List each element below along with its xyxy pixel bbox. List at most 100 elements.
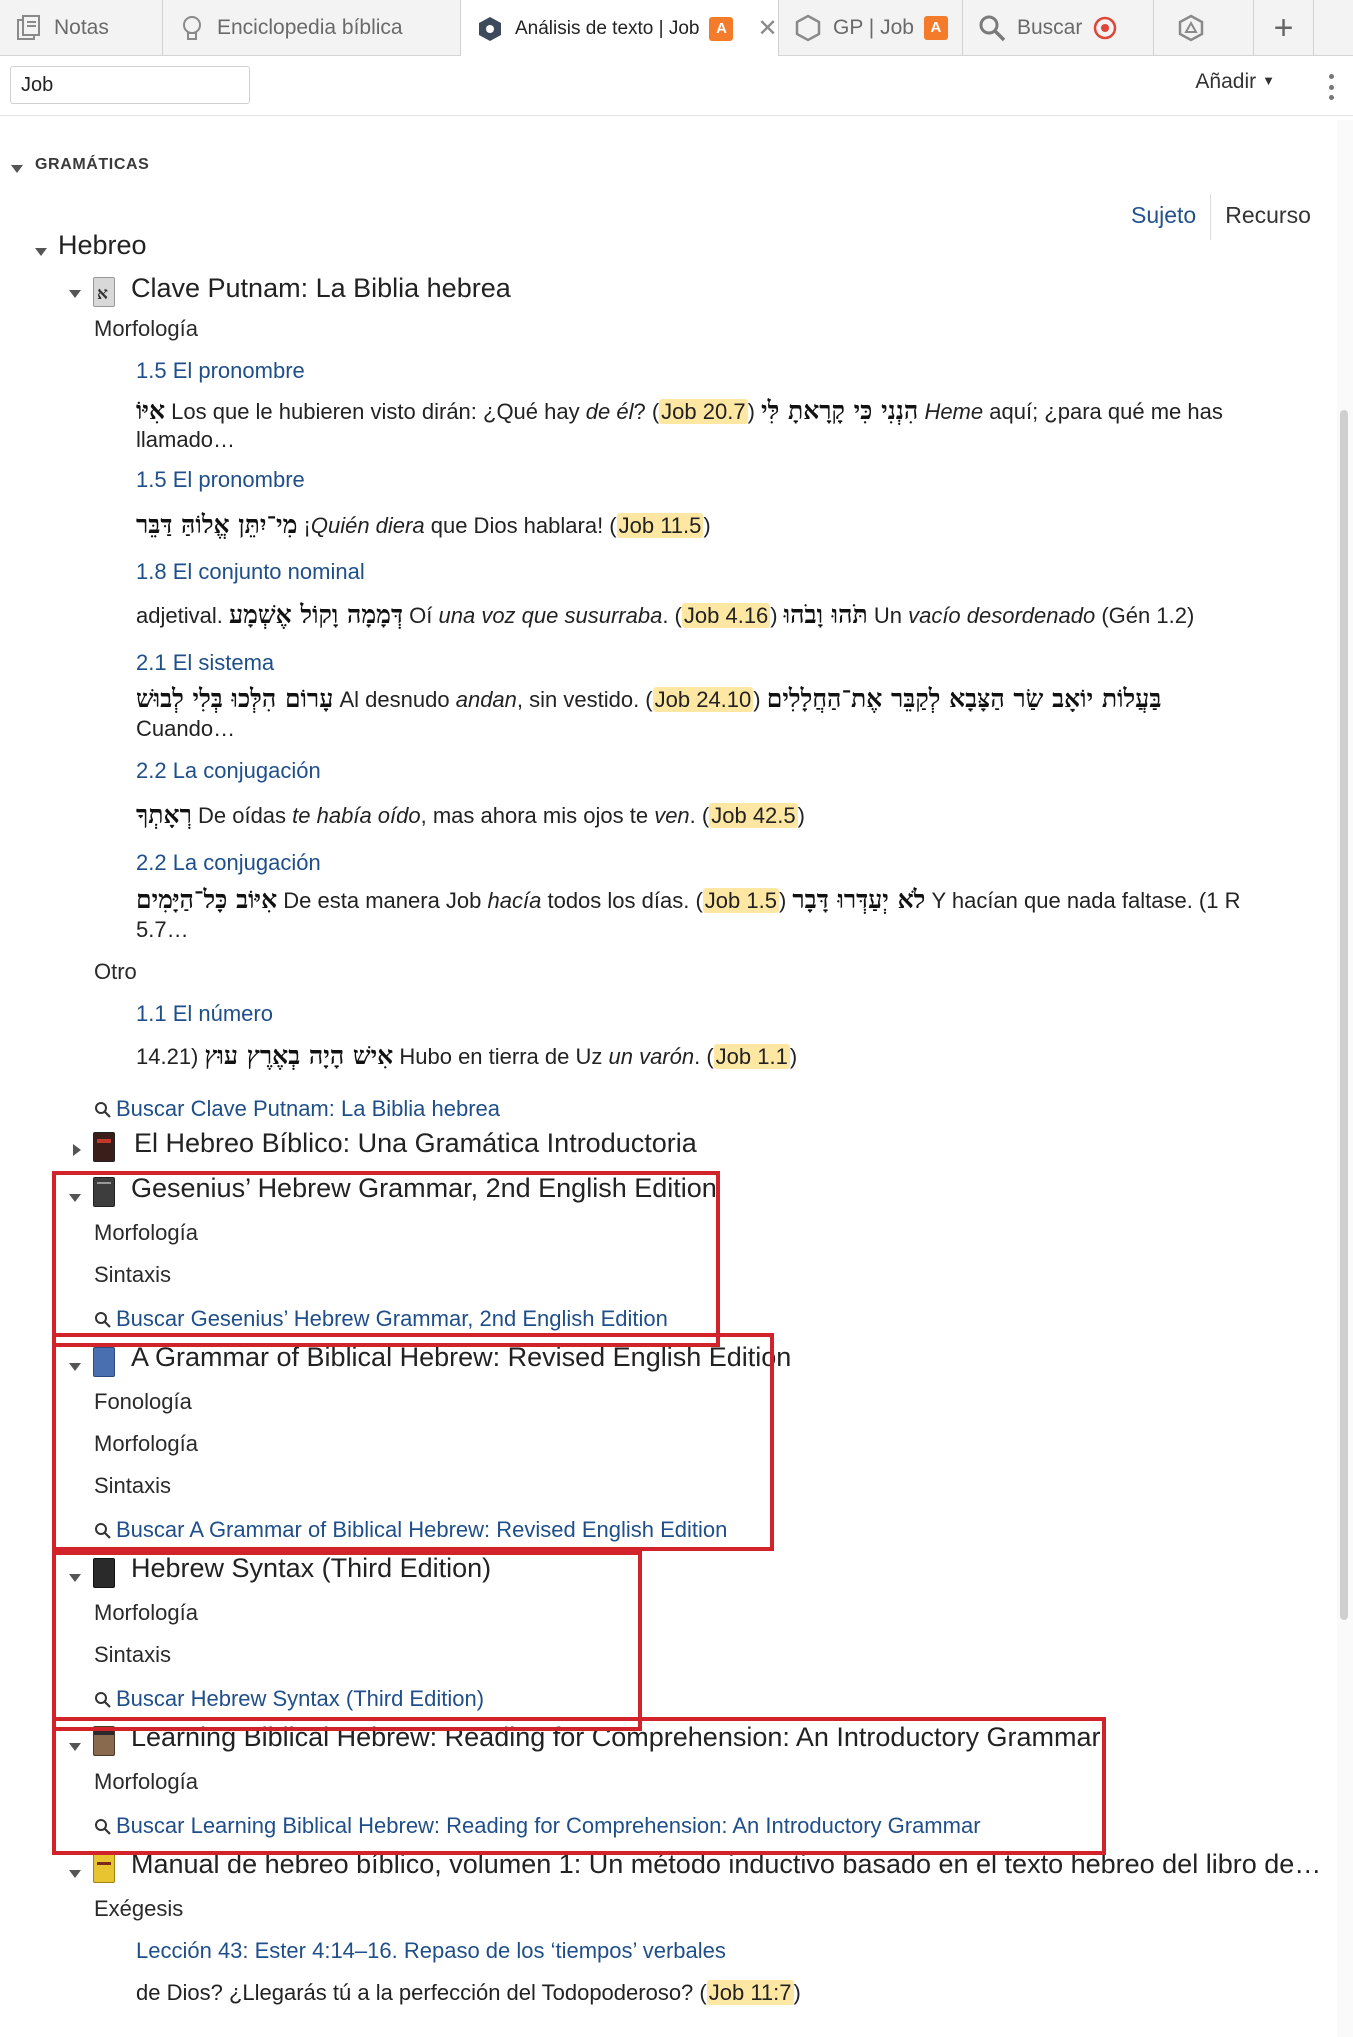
- lightbulb-icon: [177, 13, 207, 43]
- article-link[interactable]: 2.2 La conjugación: [136, 850, 321, 876]
- excerpt-text: ): [770, 603, 778, 628]
- tab-label: Buscar: [1017, 16, 1083, 39]
- scrollbar[interactable]: [1337, 120, 1353, 2037]
- book-cover-icon: א: [93, 277, 115, 307]
- svg-text:א: א: [97, 284, 108, 304]
- excerpt-text: . (: [689, 803, 710, 828]
- search-book-label: Buscar Clave Putnam: La Biblia hebrea: [116, 1096, 500, 1121]
- close-icon[interactable]: ✕: [757, 14, 777, 43]
- target-icon: [1090, 13, 1120, 43]
- panel-toolbar: Añadir ▼: [0, 56, 1353, 116]
- tab-label: Notas: [54, 16, 109, 39]
- tab-notas[interactable]: Notas: [0, 0, 163, 56]
- verse-reference[interactable]: Job 42.5: [709, 803, 798, 828]
- more-options-icon[interactable]: [1327, 74, 1335, 100]
- excerpt-text: de Dios? ¿Llegarás tú a la perfección de…: [136, 1980, 707, 2005]
- highlight-box: [52, 1171, 720, 1347]
- result-excerpt: רְאָתְךָ De oídas te había oído, mas aho…: [136, 800, 805, 830]
- tab-search[interactable]: Buscar: [963, 0, 1154, 56]
- excerpt-continuation: Cuando…: [136, 716, 236, 741]
- book-title[interactable]: El Hebreo Bíblico: Una Gramática Introdu…: [134, 1128, 697, 1159]
- excerpt-italic: te había oído: [292, 803, 421, 828]
- passage-guide-icon: [793, 13, 823, 43]
- panel-content: GRAMÁTICAS Sujeto Recurso Hebreo א Clave …: [0, 116, 1337, 2037]
- excerpt-continuation: llamado…: [136, 427, 236, 452]
- result-excerpt: מִי־יִתֵּן אֱלוֹהַּ דַּבֵּר ¡Quién diera…: [136, 510, 711, 540]
- book-cover-icon: [93, 1853, 115, 1883]
- article-link[interactable]: 2.1 El sistema: [136, 650, 274, 676]
- category-label[interactable]: Morfología: [94, 316, 198, 342]
- tab-passage-guide[interactable]: GP | Job A: [779, 0, 963, 56]
- tab-encyclopedia[interactable]: Enciclopedia bíblica: [163, 0, 461, 56]
- category-label[interactable]: Exégesis: [94, 1896, 183, 1922]
- category-label[interactable]: Otro: [94, 959, 137, 985]
- verse-reference[interactable]: Job 11.5: [616, 513, 704, 538]
- section-title: GRAMÁTICAS: [35, 156, 150, 173]
- tab-label: GP | Job: [833, 16, 914, 39]
- excerpt-text: ? (: [633, 399, 660, 424]
- article-link[interactable]: 1.8 El conjunto nominal: [136, 559, 365, 585]
- search-book-link[interactable]: Buscar Clave Putnam: La Biblia hebrea: [94, 1096, 500, 1122]
- highlight-box: [52, 1717, 1106, 1855]
- notes-icon: [14, 13, 44, 43]
- add-tab-button[interactable]: +: [1254, 0, 1314, 56]
- article-link[interactable]: 1.5 El pronombre: [136, 358, 305, 384]
- article-link[interactable]: Lección 43: Ester 4:14–16. Repaso de los…: [136, 1938, 726, 1964]
- excerpt-text: todos los días. (: [547, 888, 703, 913]
- scrollbar-thumb[interactable]: [1340, 410, 1348, 1620]
- hebrew-text: אִיּוֹב כָּל־הַיָּמִים: [136, 885, 278, 914]
- article-link[interactable]: 1.5 El pronombre: [136, 467, 305, 493]
- excerpt-text: (Gén 1.2): [1101, 603, 1195, 628]
- book-toggle-icon[interactable]: [69, 1865, 81, 1883]
- book-title[interactable]: Clave Putnam: La Biblia hebrea: [131, 273, 511, 304]
- tab-factbook[interactable]: [1154, 0, 1254, 56]
- excerpt-text: 14.21): [136, 1044, 199, 1069]
- section-toggle-icon[interactable]: [11, 160, 23, 178]
- result-excerpt: adjetival. דְּמָמָה וָקוֹל אֶשְׁמָע Oí u…: [136, 600, 1194, 630]
- verse-reference[interactable]: Job 1.5: [702, 888, 779, 913]
- verse-reference[interactable]: Job 24.10: [652, 687, 754, 712]
- verse-reference[interactable]: Job 4.16: [681, 603, 771, 628]
- excerpt-continuation: 5.7…: [136, 917, 189, 942]
- tab-text-analysis[interactable]: Análisis de texto | Job A ✕: [461, 0, 779, 57]
- excerpt-text: adjetival.: [136, 603, 223, 628]
- hebrew-text: רְאָתְךָ: [136, 800, 192, 829]
- excerpt-text: , mas ahora mis ojos te: [420, 803, 649, 828]
- excerpt-text: , sin vestido. (: [516, 687, 653, 712]
- language-heading: Hebreo: [58, 230, 147, 260]
- excerpt-italic: andan: [455, 687, 517, 712]
- excerpt-text: Los que le hubieren visto dirán: ¿Qué ha…: [171, 399, 580, 424]
- excerpt-text: Y hacían que nada faltase. (1 R: [931, 888, 1241, 913]
- highlight-box: [52, 1333, 774, 1551]
- article-link[interactable]: 1.1 El número: [136, 1001, 273, 1027]
- chevron-down-icon: ▼: [1262, 73, 1275, 88]
- article-link[interactable]: 2.2 La conjugación: [136, 758, 321, 784]
- result-excerpt: de Dios? ¿Llegarás tú a la perfección de…: [136, 1980, 801, 2006]
- excerpt-text: ): [753, 687, 761, 712]
- excerpt-text: . (: [662, 603, 682, 628]
- book-expand-icon[interactable]: [73, 1143, 81, 1161]
- book-toggle-icon[interactable]: [69, 285, 81, 303]
- hebrew-text: עָרוֹם הִלְּכוּ בְּלִי לְבוּשׁ: [136, 684, 334, 713]
- excerpt-text: Al desnudo: [339, 687, 450, 712]
- excerpt-text: ¡: [303, 513, 311, 538]
- verse-reference[interactable]: Job 11:7: [706, 1980, 794, 2005]
- resource-view-button[interactable]: Recurso: [1225, 202, 1311, 228]
- divider: [1210, 193, 1212, 240]
- reference-input[interactable]: [10, 66, 250, 104]
- add-button[interactable]: Añadir ▼: [1195, 70, 1275, 94]
- excerpt-text: ): [703, 513, 711, 538]
- excerpt-text: De esta manera Job: [283, 888, 482, 913]
- language-toggle-icon[interactable]: [35, 243, 47, 261]
- excerpt-text: ): [793, 1980, 801, 2005]
- verse-reference[interactable]: Job 1.1: [713, 1044, 790, 1069]
- excerpt-text: ): [789, 1044, 798, 1069]
- result-excerpt: אִיּוֹ Los que le hubieren visto dirán: …: [136, 396, 1223, 426]
- verse-reference[interactable]: Job 20.7: [659, 399, 748, 424]
- excerpt-italic: Heme: [924, 399, 984, 424]
- excerpt-text: Hubo en tierra de Uz: [399, 1044, 603, 1069]
- excerpt-italic: ven: [654, 803, 690, 828]
- subject-view-button[interactable]: Sujeto: [1131, 202, 1196, 228]
- excerpt-text: De oídas: [197, 803, 287, 828]
- hebrew-text: דְּמָמָה וָקוֹל אֶשְׁמָע: [228, 600, 404, 629]
